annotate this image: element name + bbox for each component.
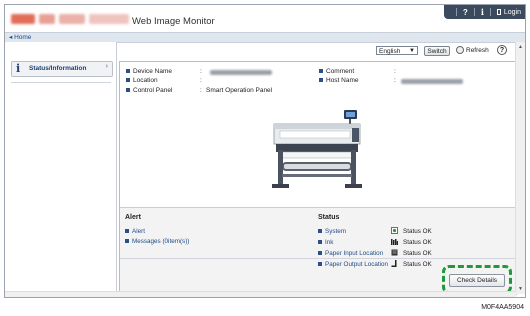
paper-input-icon [391,249,398,256]
help-button[interactable]: ? [497,45,507,55]
status-system-link[interactable]: System [318,228,346,235]
utility-bar: ? i Login [443,5,525,19]
status-paper-output-link[interactable]: Paper Output Location [318,261,388,268]
switch-button[interactable]: Switch [424,46,450,56]
chevron-down-icon: ▼ [409,48,415,54]
host-name-row: Host Name : [319,77,463,84]
sidebar-item-status-information[interactable]: i Status/Information › [11,61,113,77]
scroll-up-icon[interactable]: ▲ [517,44,524,50]
alert-title: Alert [125,214,141,221]
paper-output-status-value: Status OK [403,261,432,268]
bullet-icon [125,239,129,244]
bullet-icon [318,262,322,267]
system-ok-icon [391,227,398,234]
sidebar-divider [11,82,111,83]
refresh-icon [456,46,464,55]
bullet-icon [318,229,322,234]
figure-caption: M0F4AA5904 [481,304,524,311]
bullet-icon [126,88,130,93]
bullet-icon [319,78,323,83]
bullet-icon [318,240,322,245]
ink-icon [391,239,398,245]
scroll-down-icon[interactable]: ▼ [517,286,524,292]
chevron-right-icon: › [105,63,108,70]
main-panel: Device Name : Location : Control Panel :… [119,61,517,295]
login-link[interactable]: Login [504,9,521,16]
refresh-button[interactable]: Refresh [456,45,494,56]
sidebar-item-label: Status/Information [29,65,87,72]
host-name-value [401,79,463,84]
ink-status-value: Status OK [403,239,432,246]
header-bar: Web Image Monitor ? i Login [5,5,525,32]
paper-output-icon [391,260,397,267]
info-icon: i [16,62,21,75]
device-info: Device Name : Location : Control Panel :… [120,62,516,206]
app-title: Web Image Monitor [132,16,215,27]
horizontal-scrollbar[interactable] [5,291,516,297]
system-status-value: Status OK [403,228,432,235]
location-row: Location : [126,77,202,84]
bullet-icon [126,78,130,83]
login-icon [496,9,501,15]
comment-row: Comment : [319,68,396,75]
breadcrumb-home[interactable]: ◂ Home [9,33,31,42]
brand-logo [11,13,129,25]
printer-image [272,110,362,188]
status-title: Status [318,214,340,221]
language-select[interactable]: English ▼ [376,46,418,55]
bullet-icon [125,229,129,234]
control-panel-value: Smart Operation Panel [206,87,273,94]
bullet-icon [318,251,322,256]
sidebar: i Status/Information › [5,42,117,297]
browser-frame: Web Image Monitor ? i Login ◂ Home i Sta… [4,4,526,298]
info-link[interactable]: i [481,7,484,17]
help-link[interactable]: ? [463,8,468,17]
device-name-row: Device Name : [126,68,272,75]
bullet-icon [319,69,323,74]
control-panel-row: Control Panel : Smart Operation Panel [126,87,272,94]
status-paper-input-link[interactable]: Paper Input Location [318,250,383,257]
alert-link[interactable]: Alert [125,228,145,235]
device-name-value [210,70,272,75]
bullet-icon [126,69,130,74]
callout-highlight [442,265,512,294]
paper-input-status-value: Status OK [403,250,432,257]
vertical-scrollbar[interactable]: ▲ ▼ [515,42,525,294]
messages-link[interactable]: Messages (0item(s)) [125,238,189,245]
status-ink-link[interactable]: Ink [318,239,333,246]
panel-divider [120,258,516,259]
